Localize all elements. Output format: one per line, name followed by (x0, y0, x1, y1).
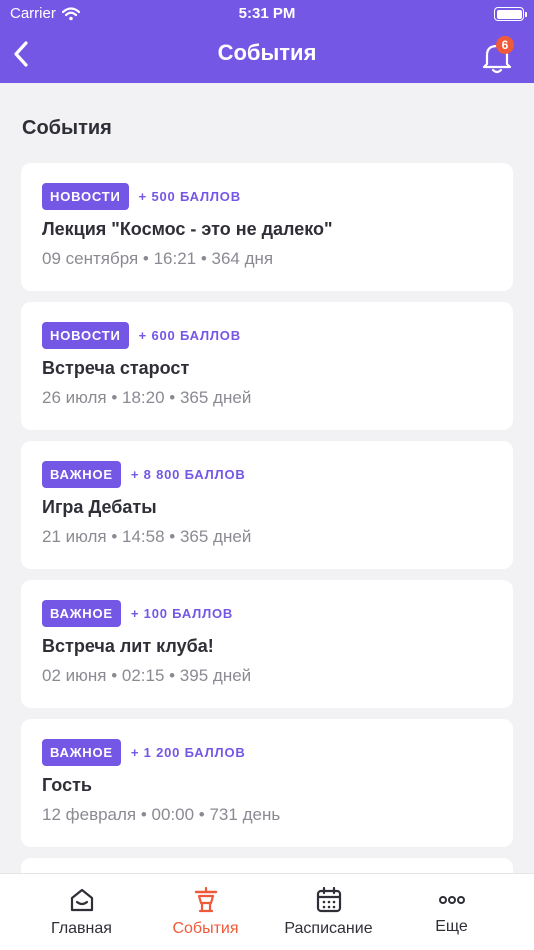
event-card[interactable] (21, 858, 513, 873)
more-dots-icon (438, 896, 465, 904)
event-points: + 100 БАЛЛОВ (130, 606, 234, 621)
home-icon (70, 888, 93, 912)
events-content[interactable]: События НОВОСТИ + 500 БАЛЛОВ Лекция "Кос… (0, 83, 534, 873)
event-card[interactable]: ВАЖНОЕ + 100 БАЛЛОВ Встреча лит клуба! 0… (21, 580, 513, 708)
event-meta: 09 сентября • 16:21 • 364 дня (42, 249, 274, 268)
tab-events[interactable]: События (139, 874, 272, 950)
tab-schedule[interactable]: Расписание (262, 874, 395, 950)
event-title: Встреча старост (42, 358, 190, 378)
event-meta: 12 февраля • 00:00 • 731 день (42, 805, 281, 824)
tab-label: Главная (51, 920, 112, 937)
app-header: Carrier 5:31 PM События 6 (0, 0, 534, 83)
event-meta: 21 июля • 14:58 • 365 дней (42, 527, 252, 546)
status-time: 5:31 PM (238, 5, 296, 22)
notifications-badge: 6 (496, 36, 514, 54)
event-points: + 1 200 БАЛЛОВ (130, 745, 246, 760)
event-title: Встреча лит клуба! (42, 636, 214, 656)
event-tag: НОВОСТИ (42, 183, 129, 210)
notifications-button[interactable]: 6 (480, 36, 516, 74)
podium-icon (194, 886, 217, 913)
event-tag: ВАЖНОЕ (42, 461, 121, 488)
event-card[interactable]: ВАЖНОЕ + 8 800 БАЛЛОВ Игра Дебаты 21 июл… (21, 441, 513, 569)
tab-label: Еще (435, 918, 468, 935)
tab-label: Расписание (284, 920, 373, 937)
event-title: Игра Дебаты (42, 497, 157, 517)
page-title: События (217, 40, 317, 65)
tab-bar: Главная События Расписание Еще (0, 873, 534, 950)
event-points: + 500 БАЛЛОВ (138, 189, 241, 204)
event-card[interactable]: ВАЖНОЕ + 1 200 БАЛЛОВ Гость 12 февраля •… (21, 719, 513, 847)
event-points: + 8 800 БАЛЛОВ (130, 467, 246, 482)
tab-home[interactable]: Главная (15, 874, 148, 950)
nav-bar: События 6 (0, 28, 534, 83)
event-meta: 26 июля • 18:20 • 365 дней (42, 388, 252, 407)
event-points: + 600 БАЛЛОВ (138, 328, 241, 343)
calendar-icon (316, 886, 341, 913)
event-card[interactable]: НОВОСТИ + 600 БАЛЛОВ Встреча старост 26 … (21, 302, 513, 430)
event-title: Лекция "Космос - это не далеко" (42, 219, 333, 239)
event-meta: 02 июня • 02:15 • 395 дней (42, 666, 252, 685)
tab-more[interactable]: Еще (385, 874, 518, 950)
section-title: События (22, 117, 112, 139)
status-bar: Carrier 5:31 PM (0, 0, 534, 28)
battery-icon (494, 7, 527, 21)
event-tag: НОВОСТИ (42, 322, 129, 349)
event-card[interactable]: НОВОСТИ + 500 БАЛЛОВ Лекция "Космос - эт… (21, 163, 513, 291)
events-list: НОВОСТИ + 500 БАЛЛОВ Лекция "Космос - эт… (21, 163, 513, 873)
event-title: Гость (42, 775, 92, 795)
event-tag: ВАЖНОЕ (42, 600, 121, 627)
tab-label: События (172, 920, 239, 937)
event-tag: ВАЖНОЕ (42, 739, 121, 766)
